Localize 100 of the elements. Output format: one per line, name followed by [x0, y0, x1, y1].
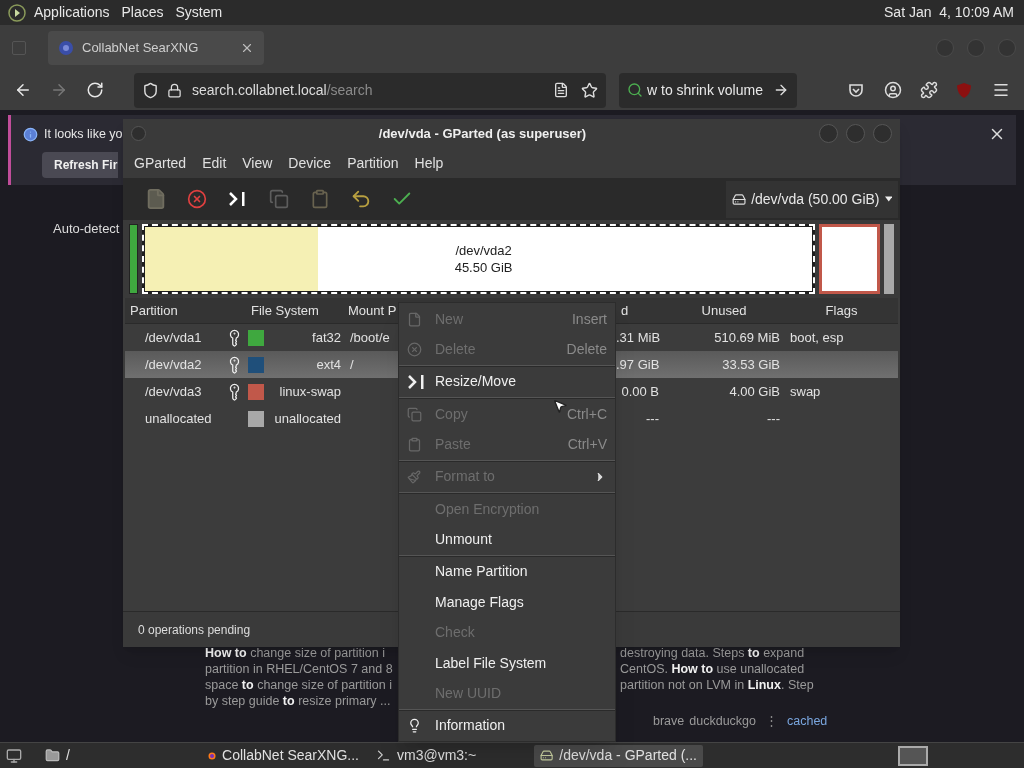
table-row[interactable]: .31 MiB 510.69 MiB boot, esp	[616, 324, 898, 351]
new-file-icon	[407, 311, 422, 327]
delete-icon	[186, 189, 207, 209]
format-icon	[407, 469, 421, 484]
column-header[interactable]: Flags	[825, 300, 858, 321]
refresh-button[interactable]: Refresh Fir	[42, 151, 119, 178]
menu-item[interactable]: View	[234, 152, 281, 174]
taskbar-item[interactable]: vm3@vm3:~	[370, 744, 529, 767]
engine-label: brave	[653, 712, 685, 729]
taskbar-item[interactable]: CollabNet SearXNG...	[202, 744, 365, 767]
table-row[interactable]: 0.00 B 4.00 GiB swap	[616, 378, 898, 405]
table-cell: .97 GiB	[616, 356, 660, 372]
snippet-line: by step guide to resize primary ...	[205, 692, 391, 709]
table-cell-text: unallocated	[273, 409, 341, 428]
engine-label: duckduckgo	[689, 712, 756, 729]
back-button[interactable]	[14, 81, 32, 99]
copy-icon	[268, 189, 289, 209]
partition-block[interactable]	[819, 224, 880, 294]
menu-item[interactable]: Unmount	[399, 524, 615, 555]
column-header[interactable]: d	[621, 300, 629, 321]
copy-icon	[407, 406, 422, 422]
table-cell: boot, esp	[790, 329, 844, 345]
menu-item[interactable]: Manage Flags	[399, 587, 615, 618]
table-cell: 0.00 B	[621, 383, 659, 399]
table-cell: 33.53 GiB	[722, 356, 780, 372]
partition-block[interactable]: /dev/vda2 45.50 GiB	[142, 224, 816, 294]
shield-icon[interactable]	[142, 81, 159, 99]
menu-icon[interactable]	[992, 81, 1010, 99]
cached-link[interactable]: cached	[787, 712, 828, 729]
shortcut-label: Delete	[566, 340, 607, 360]
table-cell-text: fat32	[311, 328, 341, 347]
column-header[interactable]: File System	[251, 300, 319, 321]
snippet-line: partition in RHEL/CentOS 7 and 8	[205, 660, 393, 677]
snippet-line: How to change size of partition i	[205, 644, 385, 661]
partition-size: 45.50 GiB	[454, 259, 513, 276]
logo-icon[interactable]	[8, 3, 26, 22]
table-row[interactable]: /dev/vda3 linux-swap	[125, 378, 398, 405]
show-desktop-icon[interactable]	[6, 747, 22, 764]
table-cell-text: unallocated	[145, 409, 213, 428]
lock-icon[interactable]	[167, 82, 182, 98]
table-row[interactable]: /dev/vda1 fat32 /boot/e	[125, 324, 398, 351]
panel-menu[interactable]: Places	[121, 2, 164, 23]
taskbar-item[interactable]: /dev/vda - GParted (...	[534, 744, 703, 767]
reader-view-icon[interactable]	[553, 82, 569, 98]
star-icon[interactable]	[581, 81, 598, 99]
reload-button[interactable]	[86, 81, 104, 99]
clock[interactable]: Sat Jan 4, 10:09 AM	[884, 2, 1014, 23]
taskbar-item[interactable]: /	[39, 744, 192, 767]
table-cell-text: ext4	[315, 355, 341, 374]
snippet-line: space to change size of partition i	[205, 676, 392, 693]
browser-tab[interactable]: CollabNet SearXNG	[48, 30, 264, 65]
panel-menu[interactable]: System	[175, 2, 223, 23]
resize-icon	[227, 190, 248, 208]
table-row[interactable]: /dev/vda2 ext4 /	[125, 351, 398, 378]
shortcut-label: Ctrl+C	[566, 404, 607, 424]
search-field[interactable]: w to shrink volume	[619, 72, 797, 108]
menu-item[interactable]: Information	[399, 710, 615, 741]
shortcut-label: Ctrl+V	[567, 435, 607, 455]
more-icon[interactable]: ⋮	[765, 712, 778, 729]
column-header[interactable]: Mount P	[348, 300, 397, 321]
table-cell-text: /dev/vda2	[145, 355, 203, 374]
column-header[interactable]: Unused	[701, 300, 747, 321]
folder-icon	[45, 748, 60, 763]
url-text: search.collabnet.local/search	[192, 80, 374, 100]
info-icon	[407, 718, 422, 734]
menu-item[interactable]: Name Partition	[399, 556, 615, 588]
menu-item[interactable]: Partition	[339, 152, 407, 174]
table-row[interactable]: unallocated unallocated	[125, 405, 398, 432]
terminal-icon	[376, 748, 391, 763]
menu-item[interactable]: Edit	[194, 152, 235, 174]
menu-item[interactable]: Resize/Move	[399, 366, 615, 398]
table-row[interactable]: --- ---	[616, 405, 898, 432]
table-cell-text: /	[350, 355, 354, 374]
menu-item[interactable]: Help	[406, 152, 452, 174]
pocket-icon[interactable]	[848, 82, 864, 98]
device-selector[interactable]: /dev/vda (50.00 GiB)	[726, 180, 898, 218]
table-cell: swap	[790, 383, 821, 399]
extensions-icon[interactable]	[920, 81, 938, 99]
table-cell-text: /dev/vda3	[145, 382, 203, 401]
sidebar-label[interactable]: Auto-detect	[53, 219, 120, 239]
table-cell: 510.69 MiB	[714, 329, 780, 345]
address-bar[interactable]: search.collabnet.local/search	[134, 72, 606, 108]
menu-item[interactable]: GParted	[126, 152, 195, 174]
tab-title: CollabNet SearXNG	[82, 38, 200, 57]
column-header[interactable]: Partition	[130, 300, 178, 321]
panel-menu[interactable]: Applications	[34, 2, 110, 23]
snippet-line: partition not on LVM in Linux. Step	[620, 676, 814, 693]
workspace-switcher[interactable]	[898, 745, 928, 766]
table-cell-text: /dev/vda1	[145, 328, 203, 347]
delete-icon	[407, 342, 422, 358]
caret-icon	[884, 196, 892, 202]
info-icon	[23, 126, 38, 142]
partition-block[interactable]	[129, 224, 138, 294]
go-icon[interactable]	[773, 82, 789, 98]
menu-item[interactable]: Device	[280, 152, 340, 174]
menu-item[interactable]: Label File System	[399, 647, 615, 679]
shortcut-label: Insert	[572, 309, 607, 329]
table-cell: ---	[646, 410, 659, 426]
table-row[interactable]: .97 GiB 33.53 GiB	[616, 351, 898, 378]
account-icon[interactable]	[884, 81, 902, 99]
